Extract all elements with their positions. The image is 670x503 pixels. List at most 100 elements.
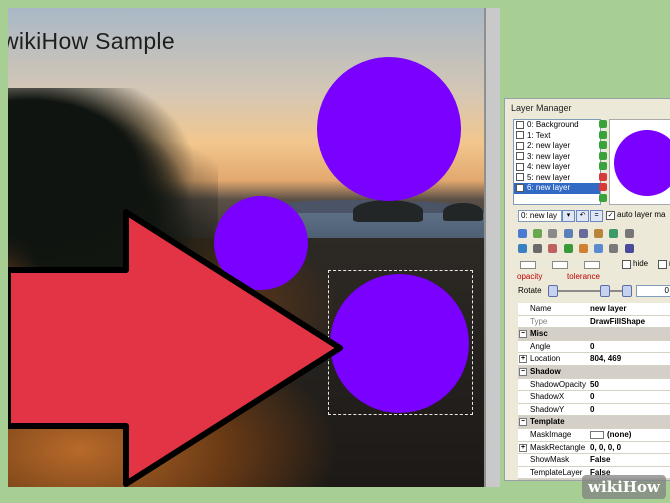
property-value[interactable]: new layer (590, 303, 626, 315)
options-row: hide m (518, 259, 670, 269)
layer-visibility-checkbox[interactable] (516, 152, 524, 161)
property-value[interactable]: 0, 0, 0, 0 (590, 442, 621, 454)
layer-list-item[interactable]: 5: new layer (514, 173, 600, 184)
layer-list[interactable]: 0: Background 1: Text 2: new layer 3: new l… (513, 119, 601, 205)
layer-list-item[interactable]: 3: new layer (514, 152, 600, 163)
property-name: Angle (530, 341, 551, 351)
layer-visibility-checkbox[interactable] (516, 120, 524, 129)
opacity-control[interactable] (552, 261, 568, 269)
rotate-value-input[interactable]: 0 (636, 285, 670, 297)
link-icon[interactable]: ↶ (576, 210, 589, 222)
property-value[interactable]: False (590, 454, 610, 466)
current-layer-select[interactable]: 0: new lay (518, 210, 562, 222)
collapse-icon[interactable]: − (519, 330, 527, 339)
text-icon[interactable] (594, 244, 604, 254)
rotate-slider-knob[interactable] (622, 285, 632, 297)
collapse-icon[interactable]: − (519, 367, 527, 376)
image-canvas[interactable]: wikiHow Sample (8, 8, 484, 487)
delete-layer-icon[interactable] (599, 183, 607, 191)
stack-icon[interactable] (548, 229, 558, 239)
property-value-text: 0, 0, 0, 0 (590, 442, 622, 452)
effects-icon[interactable] (609, 229, 619, 239)
property-value[interactable]: (none) (590, 429, 631, 441)
layer-visibility-checkbox[interactable] (516, 162, 524, 171)
wikihow-watermark-logo: wikiHow (582, 475, 666, 499)
equal-icon[interactable]: = (590, 210, 603, 222)
layer-action-icons (599, 120, 608, 204)
layer-preview (609, 119, 670, 205)
copy-icon[interactable] (563, 229, 573, 239)
layer-selector-row: 0: new lay ▾ ↶ = ✓ auto layer ma (518, 210, 670, 222)
add-layer-icon[interactable] (599, 162, 607, 170)
property-row[interactable]: ShadowX 0 (518, 391, 670, 404)
property-value[interactable]: 50 (590, 379, 599, 391)
tolerance-control[interactable] (584, 261, 600, 269)
layer-list-item[interactable]: 6: new layer (514, 183, 600, 194)
move-down-icon[interactable] (599, 141, 607, 149)
property-value-text: new layer (590, 304, 627, 313)
check-icon[interactable] (599, 193, 607, 202)
property-row[interactable]: MaskImage (none) (518, 428, 670, 442)
property-value[interactable]: 0 (590, 391, 594, 403)
align-icon[interactable] (518, 229, 527, 239)
layer-label: 1: Text (527, 130, 551, 140)
property-value[interactable]: 804, 469 (590, 353, 621, 365)
rotate-slider-knob[interactable] (548, 285, 558, 297)
window-icon[interactable] (624, 244, 634, 254)
rotate-label: Rotate (518, 286, 542, 295)
layer-list-item[interactable]: 1: Text (514, 131, 600, 142)
layer-visibility-checkbox[interactable] (516, 141, 524, 150)
crop-icon[interactable] (609, 244, 619, 254)
fill-icon[interactable] (563, 244, 573, 254)
property-row[interactable]: ShadowOpacity 50 (518, 378, 670, 392)
property-row[interactable]: Angle 0 (518, 340, 670, 354)
layer-list-item[interactable]: 0: Background (514, 120, 600, 131)
toolbar-row-1 (518, 229, 670, 241)
move-down-icon[interactable] (599, 151, 607, 160)
layer-visibility-checkbox[interactable] (516, 173, 524, 182)
layer-list-item[interactable]: 2: new layer (514, 141, 600, 152)
tree-icon[interactable] (533, 229, 543, 239)
expand-icon[interactable]: + (519, 443, 527, 452)
move-up-icon[interactable] (599, 120, 607, 128)
merge-icon[interactable] (594, 229, 604, 239)
rotate-slider-track[interactable] (548, 290, 628, 292)
property-value[interactable]: DrawFillShape (590, 316, 645, 328)
property-row[interactable]: ShowMask False (518, 454, 670, 467)
brush-icon[interactable] (578, 244, 588, 254)
grid-icon[interactable] (578, 229, 588, 239)
delete-layer-icon[interactable] (599, 172, 607, 181)
chevron-down-icon[interactable]: ▾ (562, 210, 575, 222)
rotate-slider-knob[interactable] (600, 285, 610, 297)
layer-visibility-checkbox[interactable] (516, 131, 524, 140)
property-category[interactable]: − Shadow (518, 365, 670, 379)
property-row[interactable]: + MaskRectangle 0, 0, 0, 0 (518, 441, 670, 455)
size-control[interactable] (520, 261, 536, 269)
layer-list-item[interactable]: 4: new layer (514, 162, 600, 173)
property-category[interactable]: − Template (518, 416, 670, 429)
globe-icon[interactable] (518, 244, 527, 254)
move-up-icon[interactable] (599, 130, 607, 139)
hide-label: hide (633, 259, 649, 268)
property-category[interactable]: − Misc (518, 328, 670, 341)
property-name: MaskRectangle (530, 442, 586, 452)
layer-label: 5: new layer (527, 172, 571, 182)
auto-layer-checkbox[interactable]: ✓ (606, 211, 615, 220)
property-row[interactable]: ShadowY 0 (518, 403, 670, 417)
expand-icon[interactable]: + (519, 355, 527, 364)
property-row[interactable]: Type DrawFillShape (518, 315, 670, 329)
property-value[interactable]: 0 (590, 404, 594, 416)
scrollbar[interactable] (484, 8, 500, 487)
property-row[interactable]: Name new layer (518, 303, 670, 316)
layer-visibility-checkbox[interactable] (516, 183, 524, 192)
m-checkbox[interactable] (658, 260, 667, 269)
layer-label: 3: new layer (527, 151, 571, 161)
collapse-icon[interactable]: − (519, 418, 527, 427)
settings-icon[interactable] (624, 229, 634, 239)
property-value[interactable]: 0 (590, 341, 594, 353)
property-row[interactable]: + Location 804, 469 (518, 353, 670, 366)
shape-icon[interactable] (548, 244, 558, 254)
stamp-icon[interactable] (533, 244, 543, 254)
property-value-text: False (590, 455, 611, 465)
hide-checkbox[interactable] (622, 260, 631, 269)
